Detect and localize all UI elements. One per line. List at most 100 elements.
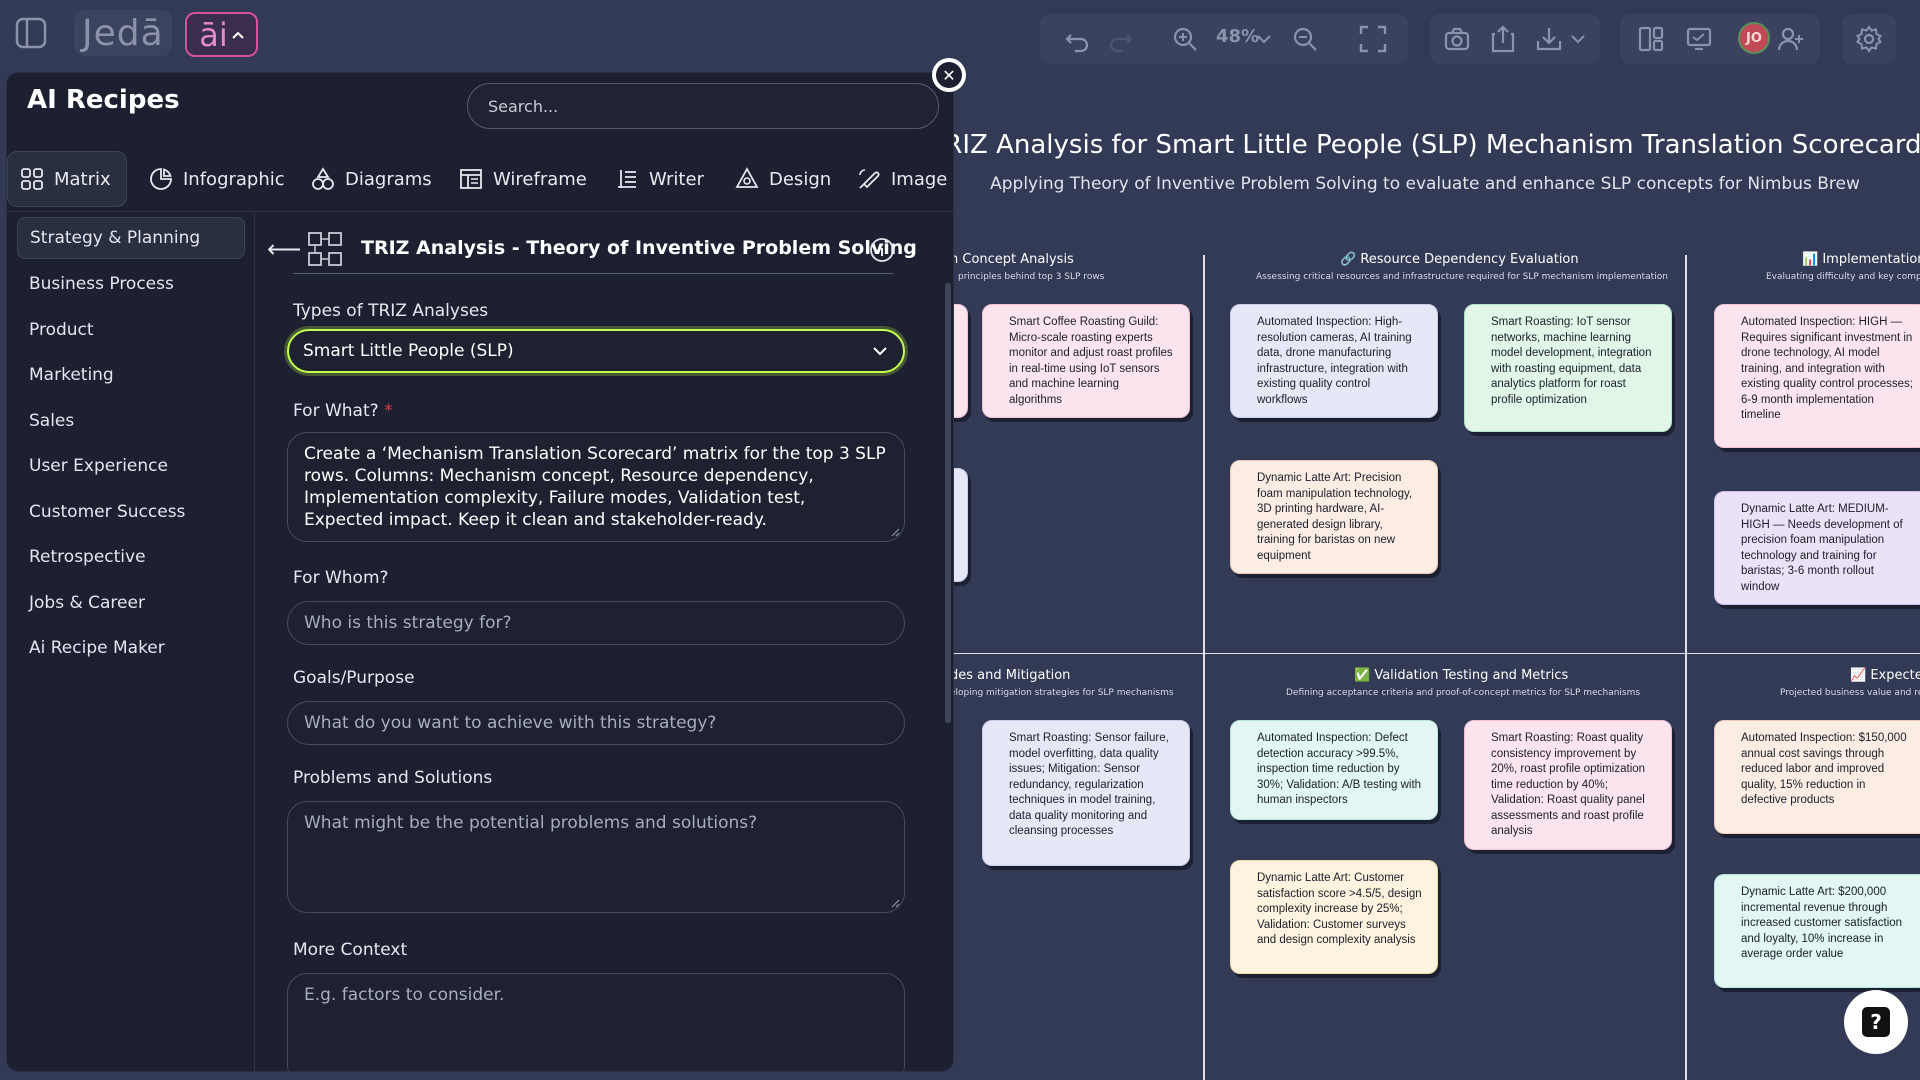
ai-recipes-panel: AI Recipes Matrix Infographic Diagrams xyxy=(6,72,954,1072)
zoom-level-dropdown[interactable]: 48% xyxy=(1216,26,1259,47)
zoom-in-icon[interactable] xyxy=(1160,14,1210,64)
ai-recipes-toggle-button[interactable]: āi xyxy=(185,12,258,57)
card-resource-smart-roasting[interactable]: Smart Roasting: IoT sensor networks, mac… xyxy=(1464,304,1672,432)
card-validation-smart-roasting[interactable]: Smart Roasting: Roast quality consistenc… xyxy=(1464,720,1672,850)
sidebar-toggle-icon[interactable] xyxy=(10,12,52,54)
matrix-subtitle: Applying Theory of Inventive Problem Sol… xyxy=(990,174,1860,194)
chevron-down-icon[interactable] xyxy=(1566,14,1590,64)
undo-icon[interactable] xyxy=(1052,14,1102,64)
recipe-header: ⟵ TRIZ Analysis - Theory of Inventive Pr… xyxy=(265,223,917,279)
layout-panels-icon[interactable] xyxy=(1626,14,1676,64)
tab-label: Matrix xyxy=(54,168,111,190)
for-what-label-text: For What? xyxy=(293,401,379,421)
category-business-process[interactable]: Business Process xyxy=(17,263,245,305)
tab-diagrams[interactable]: Diagrams xyxy=(299,151,444,207)
card-concept-smart-coffee[interactable]: Smart Coffee Roasting Guild: Micro-scale… xyxy=(982,304,1190,418)
category-ai-recipe-maker[interactable]: Ai Recipe Maker xyxy=(17,627,245,669)
for-whom-input[interactable] xyxy=(287,601,905,645)
gear-icon[interactable] xyxy=(1844,14,1894,64)
share-upload-icon[interactable] xyxy=(1478,14,1528,64)
help-button[interactable]: ? xyxy=(1844,990,1908,1054)
top-toolbar: Jedā āi 48% JO xyxy=(0,0,1920,70)
section-subtitle-concept: principles behind top 3 SLP rows xyxy=(958,272,1105,282)
tab-design[interactable]: Design xyxy=(723,151,843,207)
writer-icon xyxy=(615,167,639,191)
tab-label: Infographic xyxy=(183,168,285,190)
camera-icon[interactable] xyxy=(1432,14,1482,64)
pie-chart-icon xyxy=(149,167,173,191)
card-implementation-inspection[interactable]: Automated Inspection: HIGH — Requires si… xyxy=(1714,304,1920,448)
card-validation-inspection[interactable]: Automated Inspection: Defect detection a… xyxy=(1230,720,1438,820)
card-failure-smart-roasting[interactable]: Smart Roasting: Sensor failure, model ov… xyxy=(982,720,1190,866)
design-icon xyxy=(735,167,759,191)
category-marketing[interactable]: Marketing xyxy=(17,354,245,396)
for-what-value: Create a ‘Mechanism Translation Scorecar… xyxy=(304,444,886,530)
image-icon xyxy=(857,167,881,191)
close-panel-button[interactable]: ✕ xyxy=(932,58,966,92)
section-title-concept: n Concept Analysis xyxy=(950,252,1074,267)
matrix-divider xyxy=(1685,255,1687,1080)
resize-handle-icon[interactable] xyxy=(890,898,900,908)
section-title-implementation: 📊 Implementation xyxy=(1802,252,1920,267)
section-subtitle-failure: eloping mitigation strategies for SLP me… xyxy=(950,688,1174,698)
panel-scrollbar[interactable] xyxy=(945,283,951,723)
tab-wireframe[interactable]: Wireframe xyxy=(447,151,599,207)
add-user-icon[interactable] xyxy=(1766,14,1816,64)
back-arrow-icon[interactable]: ⟵ xyxy=(267,235,301,263)
triz-type-select[interactable]: Smart Little People (SLP) xyxy=(287,329,905,373)
panel-title: AI Recipes xyxy=(27,85,180,115)
problems-placeholder: What might be the potential problems and… xyxy=(304,813,758,833)
section-subtitle-impact: Projected business value and ret xyxy=(1780,688,1920,698)
context-placeholder: E.g. factors to consider. xyxy=(304,985,505,1005)
category-strategy-planning[interactable]: Strategy & Planning xyxy=(17,217,245,259)
presentation-icon[interactable] xyxy=(1674,14,1724,64)
tab-matrix[interactable]: Matrix xyxy=(7,151,127,207)
jeda-logo[interactable]: Jedā xyxy=(74,10,172,56)
section-title-validation: ✅ Validation Testing and Metrics xyxy=(1354,668,1569,683)
tab-infographic[interactable]: Infographic xyxy=(137,151,297,207)
chevron-down-icon xyxy=(871,340,889,362)
fit-screen-icon[interactable] xyxy=(1348,14,1398,64)
for-what-label: For What? * xyxy=(293,401,393,421)
category-retrospective[interactable]: Retrospective xyxy=(17,536,245,578)
tabs-divider xyxy=(7,211,953,212)
chevron-down-icon[interactable] xyxy=(1254,14,1274,64)
types-label: Types of TRIZ Analyses xyxy=(293,301,489,321)
info-icon[interactable] xyxy=(869,237,895,263)
category-customer-success[interactable]: Customer Success xyxy=(17,491,245,533)
tab-writer[interactable]: Writer xyxy=(603,151,716,207)
recipe-search-input[interactable] xyxy=(467,83,939,129)
card-impact-latte-art[interactable]: Dynamic Latte Art: $200,000 incremental … xyxy=(1714,874,1920,988)
tab-label: Wireframe xyxy=(493,168,587,190)
context-textarea[interactable]: E.g. factors to consider. xyxy=(287,973,905,1071)
triz-type-selected-value: Smart Little People (SLP) xyxy=(303,341,514,361)
card-resource-automated-inspection[interactable]: Automated Inspection: High-resolution ca… xyxy=(1230,304,1438,418)
category-sales[interactable]: Sales xyxy=(17,400,245,442)
tab-label: Writer xyxy=(649,168,704,190)
chevron-up-icon xyxy=(232,31,244,39)
card-validation-latte-art[interactable]: Dynamic Latte Art: Customer satisfaction… xyxy=(1230,860,1438,974)
category-user-experience[interactable]: User Experience xyxy=(17,445,245,487)
goals-input[interactable] xyxy=(287,701,905,745)
matrix-recipe-icon xyxy=(307,231,343,267)
problems-textarea[interactable]: What might be the potential problems and… xyxy=(287,801,905,913)
whiteboard-canvas[interactable]: TRIZ Analysis for Smart Little People (S… xyxy=(760,110,1920,1080)
card-impact-inspection[interactable]: Automated Inspection: $150,000 annual co… xyxy=(1714,720,1920,834)
card-implementation-latte-art[interactable]: Dynamic Latte Art: MEDIUM-HIGH — Needs d… xyxy=(1714,491,1920,605)
for-what-textarea[interactable]: Create a ‘Mechanism Translation Scorecar… xyxy=(287,432,905,542)
matrix-title: TRIZ Analysis for Smart Little People (S… xyxy=(928,130,1920,160)
redo-icon[interactable] xyxy=(1096,14,1146,64)
category-product[interactable]: Product xyxy=(17,309,245,351)
tab-image[interactable]: Image xyxy=(845,151,953,207)
category-jobs-career[interactable]: Jobs & Career xyxy=(17,582,245,624)
zoom-out-icon[interactable] xyxy=(1280,14,1330,64)
card-resource-latte-art[interactable]: Dynamic Latte Art: Precision foam manipu… xyxy=(1230,460,1438,574)
resize-handle-icon[interactable] xyxy=(890,527,900,537)
shapes-icon xyxy=(311,167,335,191)
section-title-failure: des and Mitigation xyxy=(950,668,1071,683)
wireframe-icon xyxy=(459,167,483,191)
context-label: More Context xyxy=(293,940,408,960)
section-subtitle-resource: Assessing critical resources and infrast… xyxy=(1256,272,1668,282)
problems-label: Problems and Solutions xyxy=(293,768,493,788)
tab-label: Diagrams xyxy=(345,168,432,190)
